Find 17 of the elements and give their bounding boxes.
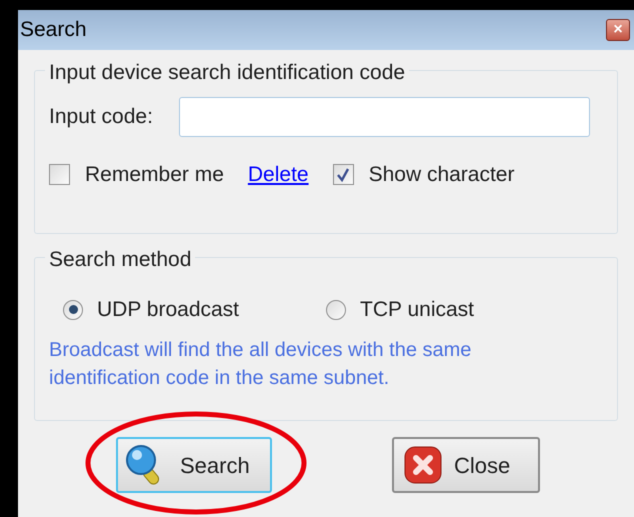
checkbox-label: Remember me (85, 162, 224, 188)
close-icon (404, 446, 442, 484)
radio-button[interactable] (63, 300, 83, 320)
field-label: Input code: (49, 104, 153, 130)
code-input-field[interactable] (178, 97, 590, 137)
radio-label: TCP unicast (360, 297, 474, 323)
radio-label: UDP broadcast (97, 297, 240, 323)
check-icon (336, 168, 350, 182)
checkbox[interactable] (332, 164, 354, 186)
radio-button[interactable] (326, 300, 346, 320)
close-button[interactable]: Close (392, 437, 540, 493)
checkbox-label: Show character (368, 162, 514, 188)
delete-link[interactable]: Delete (248, 159, 309, 190)
search-button[interactable]: Search (116, 437, 272, 493)
checkbox[interactable] (49, 164, 70, 186)
info-text: Broadcast will find the all devices with the same identification code in the same subnet. (49, 338, 472, 390)
window-title: Search (20, 17, 87, 44)
